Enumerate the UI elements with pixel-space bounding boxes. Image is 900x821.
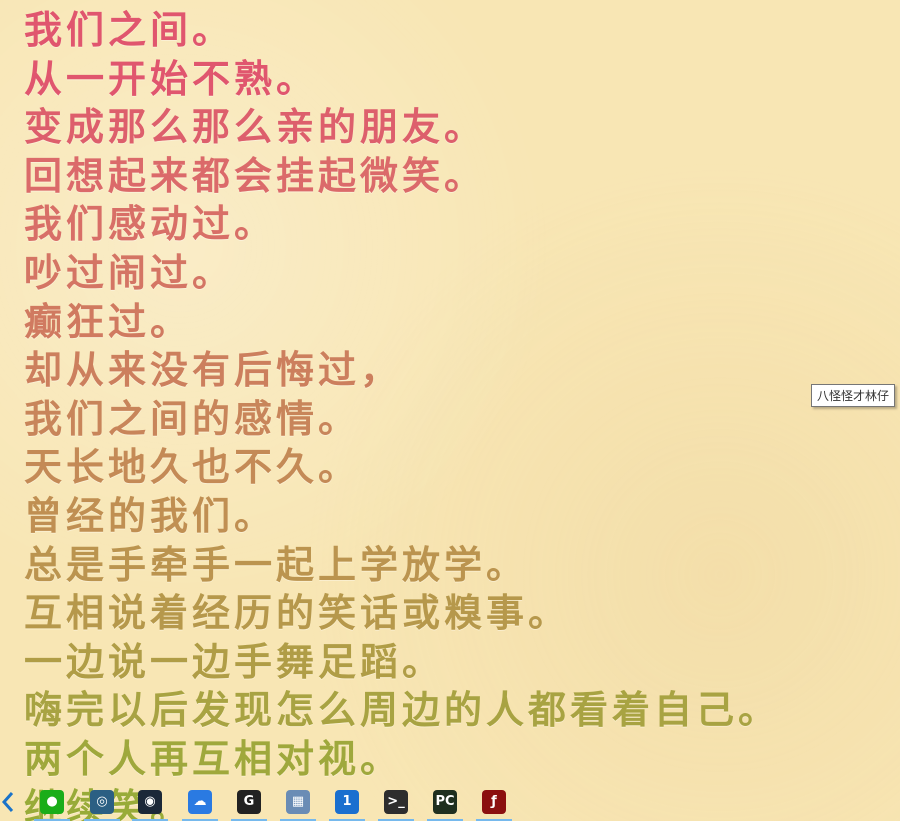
steam-icon: ◉ — [138, 789, 162, 814]
pycharm-icon: PC — [433, 789, 457, 814]
app-circle-icon: ◎ — [90, 789, 114, 814]
poem-line: 我们之间的感情。 — [24, 395, 361, 441]
photo-viewer-icon: ▦ — [286, 789, 310, 814]
hover-tooltip: 八怪怪才林仔 — [811, 384, 896, 407]
taskbar-app[interactable]: ☁ — [178, 782, 222, 821]
wechat-icon: ● — [40, 789, 64, 814]
taskbar-app[interactable]: 1 — [325, 782, 369, 821]
taskbar-app[interactable]: >_ — [374, 782, 418, 821]
terminal-icon: >_ — [384, 789, 408, 814]
cloud-icon: ☁ — [188, 789, 212, 814]
poem-text: 我们之间。 从一开始不熟。 变成那么那么亲的朋友。 回想起来都会挂起微笑。 我们… — [24, 6, 884, 821]
poem-line: 回想起来都会挂起微笑。 — [24, 152, 487, 198]
taskbar: ● ◎ ◉ ☁ G ▦ 1 >_ PC ƒ — [0, 782, 520, 821]
taskbar-app[interactable]: ◎ — [80, 782, 124, 821]
poem-line: 癫狂过。 — [24, 298, 193, 344]
chevron-left-icon — [1, 791, 14, 812]
taskbar-scroll-left[interactable] — [0, 782, 16, 821]
password-manager-icon: 1 — [335, 789, 359, 814]
poem-line: 互相说着经历的笑话或糗事。 — [24, 590, 571, 636]
poem-line: 两个人再互相对视。 — [24, 735, 403, 781]
taskbar-app[interactable]: G — [227, 782, 271, 821]
poem-line: 吵过闹过。 — [24, 249, 235, 295]
flash-icon: ƒ — [482, 789, 506, 814]
g-icon: G — [237, 789, 261, 814]
taskbar-app[interactable]: ● — [30, 782, 74, 821]
poem-line: 总是手牵手一起上学放学。 — [24, 541, 529, 587]
poem-line: 从一开始不熟。 — [24, 55, 319, 101]
poem-line: 一边说一边手舞足蹈。 — [24, 638, 445, 684]
poem-line: 嗨完以后发现怎么周边的人都看着自己。 — [24, 687, 781, 733]
taskbar-app[interactable]: ▦ — [276, 782, 320, 821]
poem-line: 曾经的我们。 — [24, 492, 277, 538]
poem-line: 我们感动过。 — [24, 201, 277, 247]
taskbar-app[interactable]: PC — [423, 782, 467, 821]
poem-line: 天长地久也不久。 — [24, 444, 361, 490]
poem-line: 却从来没有后悔过， — [24, 347, 403, 393]
taskbar-app[interactable]: ◉ — [128, 782, 172, 821]
poem-line: 变成那么那么亲的朋友。 — [24, 104, 487, 150]
poem-line: 我们之间。 — [24, 7, 235, 52]
taskbar-app[interactable]: ƒ — [472, 782, 516, 821]
